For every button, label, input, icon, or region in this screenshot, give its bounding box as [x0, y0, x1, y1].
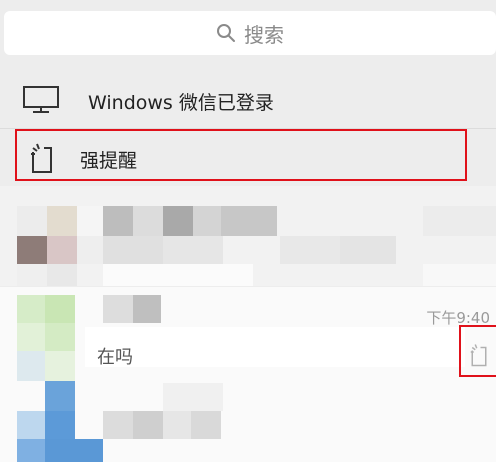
- avatar-mosaic: [17, 411, 45, 439]
- highlight-box: [15, 129, 467, 181]
- highlight-box: [459, 325, 496, 377]
- avatar-mosaic: [17, 439, 45, 462]
- mosaic-block: [191, 411, 221, 439]
- windows-login-row[interactable]: Windows 微信已登录: [0, 72, 496, 128]
- name-mosaic: [103, 295, 133, 323]
- avatar-mosaic: [45, 381, 75, 411]
- avatar-mosaic: [17, 351, 45, 381]
- mosaic-block: [103, 411, 133, 439]
- chat-list-item[interactable]: 下午9:40 在吗: [0, 287, 496, 462]
- mosaic-block: [163, 411, 191, 439]
- avatar-mosaic: [45, 295, 75, 323]
- mosaic-block: [133, 411, 163, 439]
- avatar-mosaic: [45, 351, 75, 381]
- mosaic-block: [163, 383, 223, 411]
- windows-login-label: Windows 微信已登录: [88, 92, 274, 114]
- avatar-mosaic: [45, 411, 75, 439]
- avatar-mosaic: [17, 323, 45, 351]
- message-preview: 在吗: [97, 347, 133, 368]
- preview-background: [85, 327, 465, 367]
- search-icon: [216, 23, 236, 43]
- name-mosaic: [133, 295, 161, 323]
- desktop-monitor-icon: [23, 86, 59, 118]
- avatar-mosaic: [45, 439, 103, 462]
- search-placeholder: 搜索: [244, 22, 284, 47]
- search-bar[interactable]: 搜索: [4, 11, 496, 55]
- avatar-mosaic: [45, 323, 75, 351]
- avatar-mosaic: [17, 295, 45, 323]
